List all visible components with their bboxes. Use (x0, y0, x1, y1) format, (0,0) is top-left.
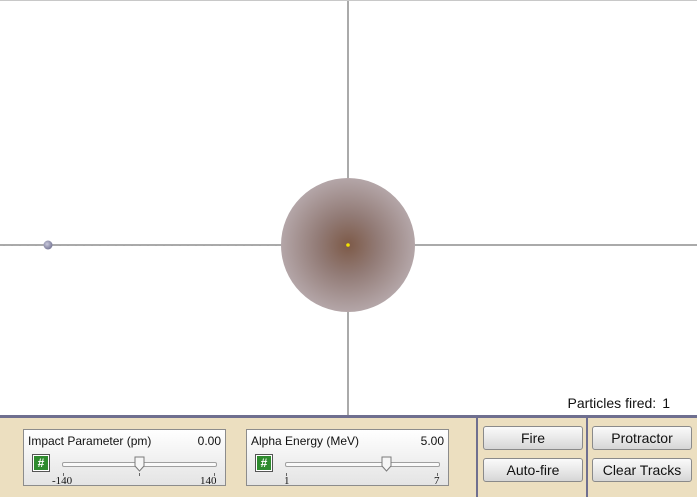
auto-fire-button[interactable]: Auto-fire (483, 458, 583, 482)
simulation-drawing (0, 1, 697, 416)
track-dot (131, 244, 133, 246)
impact-parameter-min: -140 (52, 475, 73, 487)
clear-tracks-button[interactable]: Clear Tracks (592, 458, 692, 482)
track-dot (123, 244, 125, 246)
control-panel: Impact Parameter (pm) 0.00 # -140 140 Al… (0, 415, 697, 497)
track-dot (267, 244, 269, 246)
impact-parameter-slider-thumb[interactable] (134, 456, 145, 472)
alpha-energy-control: Alpha Energy (MeV) 5.00 # 1 7 (246, 429, 449, 487)
impact-parameter-control: Impact Parameter (pm) 0.00 # -140 140 (23, 429, 226, 487)
track-dot (139, 244, 141, 246)
track-dot (219, 244, 221, 246)
track-dot (67, 244, 69, 246)
impact-parameter-value: 0.00 (197, 434, 221, 448)
track-dot (235, 244, 237, 246)
track-dot (163, 244, 165, 246)
alpha-energy-value: 5.00 (420, 434, 444, 448)
impact-parameter-label: Impact Parameter (pm) (28, 434, 152, 448)
track-dot (171, 244, 173, 246)
alpha-energy-max: 7 (434, 475, 440, 487)
track-dot (211, 244, 213, 246)
track-dot (99, 244, 101, 246)
track-dot (115, 244, 117, 246)
impact-parameter-max: 140 (200, 475, 217, 487)
track-dot (251, 244, 253, 246)
alpha-energy-label: Alpha Energy (MeV) (251, 434, 360, 448)
nucleus-center-marker (346, 243, 350, 247)
particles-fired-label: Particles fired: (567, 395, 657, 411)
track-dot (275, 244, 277, 246)
track-dot (83, 244, 85, 246)
track-dot (27, 244, 29, 246)
fire-button[interactable]: Fire (483, 426, 583, 450)
alpha-energy-slider-thumb[interactable] (381, 456, 392, 472)
simulation-canvas[interactable]: Particles fired: 1 (0, 0, 697, 416)
panel-divider (586, 418, 588, 497)
alpha-particle (43, 240, 53, 250)
track-dot (243, 244, 245, 246)
track-dot (107, 244, 109, 246)
track-dot (59, 244, 61, 246)
track-dot (35, 244, 37, 246)
hash-icon[interactable]: # (255, 454, 273, 472)
track-dot (227, 244, 229, 246)
particles-fired-readout: Particles fired: 1 (568, 395, 671, 411)
track-dot (259, 244, 261, 246)
alpha-energy-track[interactable] (285, 462, 440, 467)
track-dot (3, 244, 5, 246)
track-dot (187, 244, 189, 246)
track-dot (155, 244, 157, 246)
panel-divider (476, 418, 478, 497)
protractor-button[interactable]: Protractor (592, 426, 692, 450)
track-dot (11, 244, 13, 246)
alpha-energy-min: 1 (284, 475, 290, 487)
track-dot (75, 244, 77, 246)
tick-mark (139, 473, 140, 476)
track-dot (91, 244, 93, 246)
track-dot (203, 244, 205, 246)
hash-icon[interactable]: # (32, 454, 50, 472)
track-dot (19, 244, 21, 246)
track-dot (147, 244, 149, 246)
track-dot (195, 244, 197, 246)
particles-fired-count: 1 (662, 395, 670, 411)
track-dot (179, 244, 181, 246)
